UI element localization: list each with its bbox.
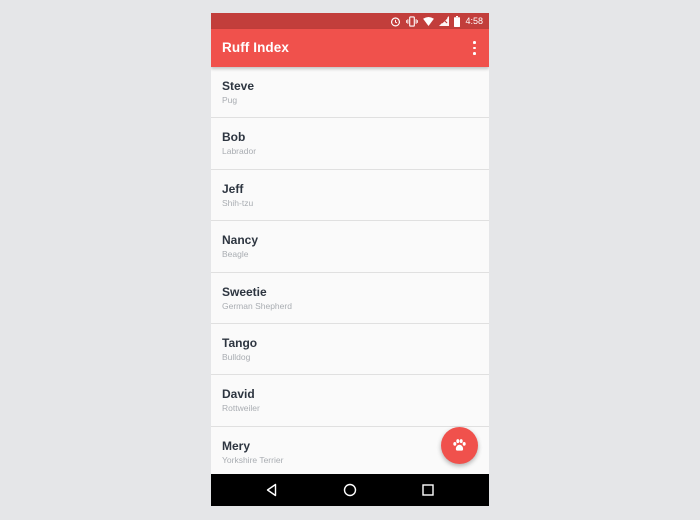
dog-breed: Beagle: [222, 249, 249, 260]
dog-breed: German Shepherd: [222, 300, 292, 311]
dog-breed: Rottweiler: [222, 403, 260, 414]
no-signal-icon: [439, 16, 450, 26]
dog-breed: Pug: [222, 95, 238, 105]
back-icon[interactable]: [264, 482, 280, 498]
battery-icon: [454, 15, 461, 27]
dog-list: Steve Pug Bob Labrador Jeff Shih-tzu Nan…: [211, 67, 489, 474]
alarm-icon: [390, 16, 401, 27]
list-item[interactable]: Nancy Beagle: [211, 221, 489, 273]
dog-breed: Bulldog: [222, 351, 251, 362]
list-item[interactable]: Tango Bulldog: [211, 324, 489, 376]
wifi-icon: [423, 16, 435, 26]
dog-name: Tango: [222, 335, 258, 350]
dog-name: David: [222, 387, 255, 402]
list-item[interactable]: Jeff Shih-tzu: [211, 170, 489, 222]
dog-name: Bob: [222, 130, 246, 145]
phone-screen: 4:58 Ruff Index Steve Pug Bob Labrador J…: [211, 13, 489, 506]
navigation-bar: [211, 474, 489, 506]
dog-breed: Shih-tzu: [222, 197, 254, 208]
dog-breed: Yorkshire Terrier: [222, 454, 284, 465]
home-icon[interactable]: [342, 482, 358, 498]
app-bar: Ruff Index: [211, 29, 489, 67]
dog-name: Nancy: [222, 233, 259, 248]
list-item[interactable]: David Rottweiler: [211, 375, 489, 427]
dog-name: Steve: [222, 79, 255, 93]
more-vert-icon[interactable]: [465, 37, 483, 59]
app-title: Ruff Index: [222, 40, 289, 55]
dog-breed: Labrador: [222, 146, 257, 157]
list-item[interactable]: Bob Labrador: [211, 118, 489, 170]
list-item[interactable]: Sweetie German Shepherd: [211, 273, 489, 324]
status-time: 4:58: [465, 16, 483, 26]
dog-name: Jeff: [222, 181, 244, 196]
status-bar: 4:58: [211, 13, 489, 29]
recents-icon[interactable]: [420, 482, 436, 498]
dog-name: Mery: [222, 438, 251, 453]
add-dog-fab-button[interactable]: [441, 427, 478, 464]
dog-name: Sweetie: [222, 284, 267, 299]
list-item[interactable]: Steve Pug: [211, 67, 489, 119]
status-icons: 4:58: [390, 15, 483, 27]
vibrate-icon: [406, 15, 419, 27]
paw-icon: [453, 439, 466, 451]
